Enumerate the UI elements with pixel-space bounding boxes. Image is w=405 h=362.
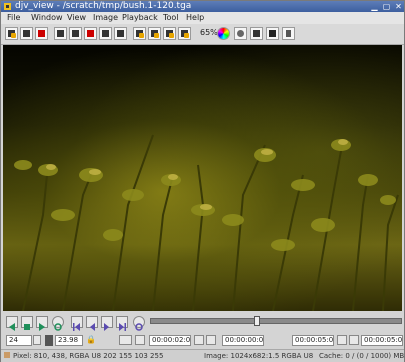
frame-spin-icon[interactable] <box>33 335 41 345</box>
toolbar: 65% <box>1 24 404 45</box>
zoom-in-icon[interactable] <box>133 27 146 40</box>
swap-icon[interactable] <box>119 335 132 345</box>
first-frame-button[interactable] <box>71 316 83 331</box>
copy-window-icon[interactable] <box>69 27 82 40</box>
info-icon[interactable] <box>282 27 295 40</box>
title-bar: djv_view - /scratch/tmp/bush.1-120.tga ▁… <box>1 1 404 12</box>
out-time-field[interactable]: 00:00:05:00 <box>292 335 334 346</box>
in-clear-icon[interactable] <box>206 335 216 345</box>
zoom-out-icon[interactable] <box>148 27 161 40</box>
close-window-icon[interactable] <box>84 27 97 40</box>
next-frame-button[interactable] <box>101 316 113 331</box>
menu-tool[interactable]: Tool <box>163 12 179 24</box>
minimize-icon[interactable]: ▁ <box>370 2 379 11</box>
close-file-icon[interactable] <box>35 27 48 40</box>
menu-help[interactable]: Help <box>186 12 204 24</box>
in-point-icon[interactable] <box>194 335 204 345</box>
menu-view[interactable]: View <box>67 12 86 24</box>
play-forward-button[interactable] <box>36 316 48 331</box>
bush-image <box>14 134 399 311</box>
timeline-slider[interactable] <box>150 316 402 326</box>
fullscreen-icon[interactable] <box>114 27 127 40</box>
timeline-handle[interactable] <box>254 316 260 326</box>
loop-button[interactable] <box>52 316 64 331</box>
pixel-info: Pixel: 810, 438, RGBA U8 202 155 103 255 <box>13 352 164 360</box>
stop-button[interactable] <box>21 316 33 330</box>
fps-field[interactable]: 23.98 <box>55 335 83 346</box>
duration-field[interactable]: 00:00:05:00 <box>361 335 403 346</box>
prev-frame-button[interactable] <box>86 316 98 331</box>
menu-window[interactable]: Window <box>31 12 63 24</box>
histogram-icon[interactable] <box>266 27 279 40</box>
cache-info: Cache: 0 / (0 / 1000) MB <box>319 352 405 360</box>
open-icon[interactable] <box>5 27 18 40</box>
app-window: djv_view - /scratch/tmp/bush.1-120.tga ▁… <box>0 0 405 362</box>
out-point-icon[interactable] <box>337 335 347 345</box>
mark-icon[interactable] <box>135 335 145 345</box>
fit-window-icon[interactable] <box>99 27 112 40</box>
zoom-reset-icon[interactable] <box>163 27 176 40</box>
color-pick-tool-icon[interactable] <box>250 27 263 40</box>
frame-field[interactable]: 24 <box>6 335 32 346</box>
menu-file[interactable]: File <box>7 12 20 24</box>
frame-options-button[interactable] <box>133 316 145 331</box>
app-icon <box>4 3 11 10</box>
close-icon[interactable]: ✕ <box>394 2 403 11</box>
reload-icon[interactable] <box>20 27 33 40</box>
menu-image[interactable]: Image <box>93 12 118 24</box>
image-info: Image: 1024x682:1.5 RGBA U8 <box>204 352 314 360</box>
status-color-swatch <box>4 350 10 362</box>
last-frame-button[interactable] <box>116 316 128 331</box>
image-viewport[interactable] <box>3 45 402 311</box>
play-reverse-button[interactable] <box>6 316 18 331</box>
fit-image-icon[interactable] <box>178 27 191 40</box>
maximize-icon[interactable]: ▢ <box>382 2 391 11</box>
window-title: djv_view - /scratch/tmp/bush.1-120.tga <box>15 1 192 11</box>
status-bar: Pixel: 810, 438, RGBA U8 202 155 103 255… <box>1 349 404 362</box>
out-clear-icon[interactable] <box>349 335 359 345</box>
in-time-field[interactable]: 00:00:00:01 <box>222 335 264 346</box>
new-window-icon[interactable] <box>54 27 67 40</box>
lock-icon[interactable]: 🔒 <box>86 335 96 344</box>
menu-playback[interactable]: Playback <box>122 12 158 24</box>
color-picker-icon[interactable] <box>217 27 230 40</box>
speed-menu-button[interactable] <box>45 335 53 346</box>
menu-bar: File Window View Image Playback Tool Hel… <box>1 12 404 24</box>
current-time-field[interactable]: 00:00:02:02 <box>149 335 191 346</box>
magnify-icon[interactable] <box>234 27 247 40</box>
zoom-level: 65% <box>200 28 218 37</box>
